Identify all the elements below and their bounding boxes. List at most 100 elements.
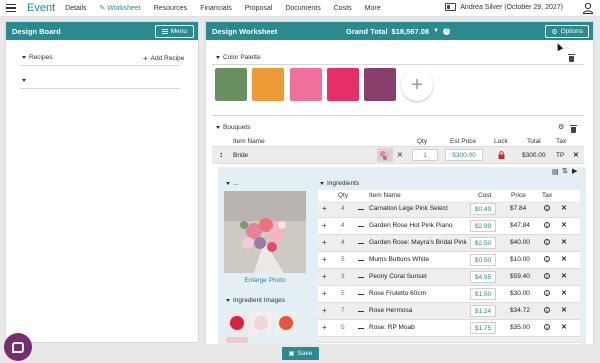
ingredient-qty[interactable]: 7: [341, 307, 345, 314]
info-icon[interactable]: i: [544, 205, 550, 211]
color-swatch[interactable]: [327, 68, 359, 101]
menu-button[interactable]: Menu: [154, 25, 194, 38]
ingredient-qty[interactable]: 4: [341, 239, 345, 246]
nav-more[interactable]: More: [365, 5, 381, 12]
ingredient-image[interactable]: [275, 312, 297, 334]
delete-ingredient-icon[interactable]: ✕: [561, 255, 567, 263]
ingredient-row[interactable]: +3 Peony Coral Sunset $4.95 $59.40 i ✕: [318, 269, 580, 286]
nav-financials[interactable]: Financials: [200, 5, 232, 12]
hamburger-menu-icon[interactable]: [6, 3, 16, 13]
increase-qty-icon[interactable]: +: [322, 238, 327, 247]
event-client-info[interactable]: Andrea Silver (October 29, 2027): [445, 3, 563, 11]
nav-resources[interactable]: Resources: [154, 5, 187, 12]
increase-qty-icon[interactable]: +: [322, 289, 327, 298]
increase-qty-icon[interactable]: +: [322, 255, 327, 264]
delete-ingredient-icon[interactable]: ✕: [561, 272, 567, 280]
ingredient-cost-input[interactable]: $2.99: [470, 220, 496, 232]
options-button[interactable]: ⚙ Options: [545, 25, 589, 38]
drag-handle-icon[interactable]: ↕: [219, 150, 223, 159]
bouquet-qty-input[interactable]: 1: [412, 149, 438, 161]
video-icon[interactable]: ▶: [572, 167, 577, 175]
ingredient-qty[interactable]: 3: [341, 273, 345, 280]
ingredient-image[interactable]: [250, 312, 272, 334]
ingredient-row[interactable]: +5 Mums Buttons White $0.50 $10.00 i ✕: [318, 252, 580, 269]
color-palette-toggle[interactable]: Color Palette: [216, 54, 261, 61]
decrease-qty-icon[interactable]: [358, 209, 364, 211]
delete-ingredient-icon[interactable]: ✕: [561, 323, 567, 331]
color-swatch[interactable]: [215, 68, 247, 101]
enlarge-photo-link[interactable]: Enlarge Photo: [224, 277, 306, 284]
ingredient-cost-input[interactable]: $1.50: [470, 288, 496, 300]
delete-ingredient-icon[interactable]: ✕: [561, 306, 567, 314]
ingredient-row[interactable]: +4 Garden Rose Hot Pink Piano $2.99 $47.84 i…: [318, 218, 580, 235]
ingredient-cost-input[interactable]: $2.50: [470, 237, 496, 249]
ingredient-image[interactable]: [226, 312, 248, 334]
delete-ingredient-icon[interactable]: ✕: [561, 204, 567, 212]
info-icon[interactable]: i: [544, 324, 550, 330]
decrease-qty-icon[interactable]: [358, 311, 364, 313]
ingredient-images-toggle[interactable]: Ingredient Images: [226, 297, 285, 304]
bouquet-photo[interactable]: [224, 191, 306, 273]
ingredient-row[interactable]: +5 Rose Frutetto 60cm $1.50 $30.00 i ✕: [318, 286, 580, 303]
info-icon[interactable]: i: [544, 222, 550, 228]
nav-documents[interactable]: Documents: [285, 5, 320, 12]
color-swatch[interactable]: [364, 68, 396, 101]
info-icon[interactable]: i: [544, 307, 550, 313]
ingredient-row[interactable]: [318, 337, 580, 343]
bouquet-est-price-input[interactable]: $300.00: [445, 149, 483, 161]
ingredient-qty[interactable]: 5: [341, 256, 345, 263]
ingredient-row[interactable]: +7 Rose Hermosa $1.24 $34.72 i ✕: [318, 303, 580, 320]
nav-proposal[interactable]: Proposal: [245, 5, 273, 12]
ingredients-toggle[interactable]: Ingredients: [320, 180, 359, 187]
ingredient-cost-input[interactable]: $0.50: [470, 254, 496, 266]
trash-icon[interactable]: [568, 54, 575, 62]
bouquet-thumbnail[interactable]: [377, 148, 393, 162]
add-recipe-button[interactable]: + Add Recipe: [143, 54, 184, 63]
remove-image-icon[interactable]: ✕: [397, 151, 403, 159]
ingredient-row[interactable]: +4 Garden Rose: Mayra's Bridal Pink $2.50 $…: [318, 235, 580, 252]
ingredient-qty[interactable]: 4: [341, 222, 345, 229]
decrease-qty-icon[interactable]: [358, 294, 364, 296]
help-icon[interactable]: ?: [443, 27, 451, 35]
ingredient-cost-input[interactable]: $4.95: [470, 271, 496, 283]
color-swatch[interactable]: [290, 68, 322, 101]
dropdown-caret-icon[interactable]: ▼: [433, 28, 439, 34]
delete-ingredient-icon[interactable]: ✕: [561, 221, 567, 229]
delete-ingredient-icon[interactable]: ✕: [561, 238, 567, 246]
chat-support-button[interactable]: [4, 333, 32, 361]
info-icon[interactable]: i: [544, 239, 550, 245]
lock-icon[interactable]: [498, 151, 505, 159]
ingredient-cost-input[interactable]: $1.75: [470, 322, 496, 334]
sort-icon[interactable]: ⇅: [562, 167, 568, 175]
decrease-qty-icon[interactable]: [358, 328, 364, 330]
gear-icon[interactable]: ⚙: [558, 123, 564, 131]
ingredient-row[interactable]: +5 Rose: RP Moab $1.75 $35.00 i ✕: [318, 320, 580, 337]
bouquets-toggle[interactable]: Bouquets: [216, 124, 250, 131]
decrease-qty-icon[interactable]: [358, 260, 364, 262]
photo-section-toggle[interactable]: ...: [226, 180, 238, 187]
ingredient-cost-input[interactable]: $0.49: [470, 203, 496, 215]
increase-qty-icon[interactable]: +: [322, 204, 327, 213]
ingredient-qty[interactable]: 5: [341, 290, 345, 297]
increase-qty-icon[interactable]: +: [322, 221, 327, 230]
info-icon[interactable]: i: [544, 256, 550, 262]
increase-qty-icon[interactable]: +: [322, 323, 327, 332]
color-swatch[interactable]: [252, 68, 284, 101]
decrease-qty-icon[interactable]: [358, 243, 364, 245]
document-icon[interactable]: ▤: [552, 168, 559, 176]
recipes-section-toggle[interactable]: Recipes: [22, 54, 52, 61]
nav-costs[interactable]: Costs: [334, 5, 352, 12]
save-button[interactable]: ▣ Save: [282, 347, 319, 360]
delete-row-icon[interactable]: ✕: [573, 151, 579, 159]
trash-icon[interactable]: [570, 125, 577, 133]
ingredient-image[interactable]: [226, 337, 248, 343]
ingredient-row[interactable]: +4 Carnation Lege Pink Select $0.49 $7.84 i ✕: [318, 201, 580, 218]
add-color-button[interactable]: +: [401, 69, 433, 101]
delete-ingredient-icon[interactable]: ✕: [561, 289, 567, 297]
ingredient-cost-input[interactable]: $1.24: [470, 305, 496, 317]
collapsed-section-toggle[interactable]: [22, 79, 29, 82]
increase-qty-icon[interactable]: +: [322, 306, 327, 315]
info-icon[interactable]: i: [544, 290, 550, 296]
account-icon[interactable]: [582, 2, 594, 14]
nav-worksheet[interactable]: ✎ Worksheet: [100, 4, 141, 12]
